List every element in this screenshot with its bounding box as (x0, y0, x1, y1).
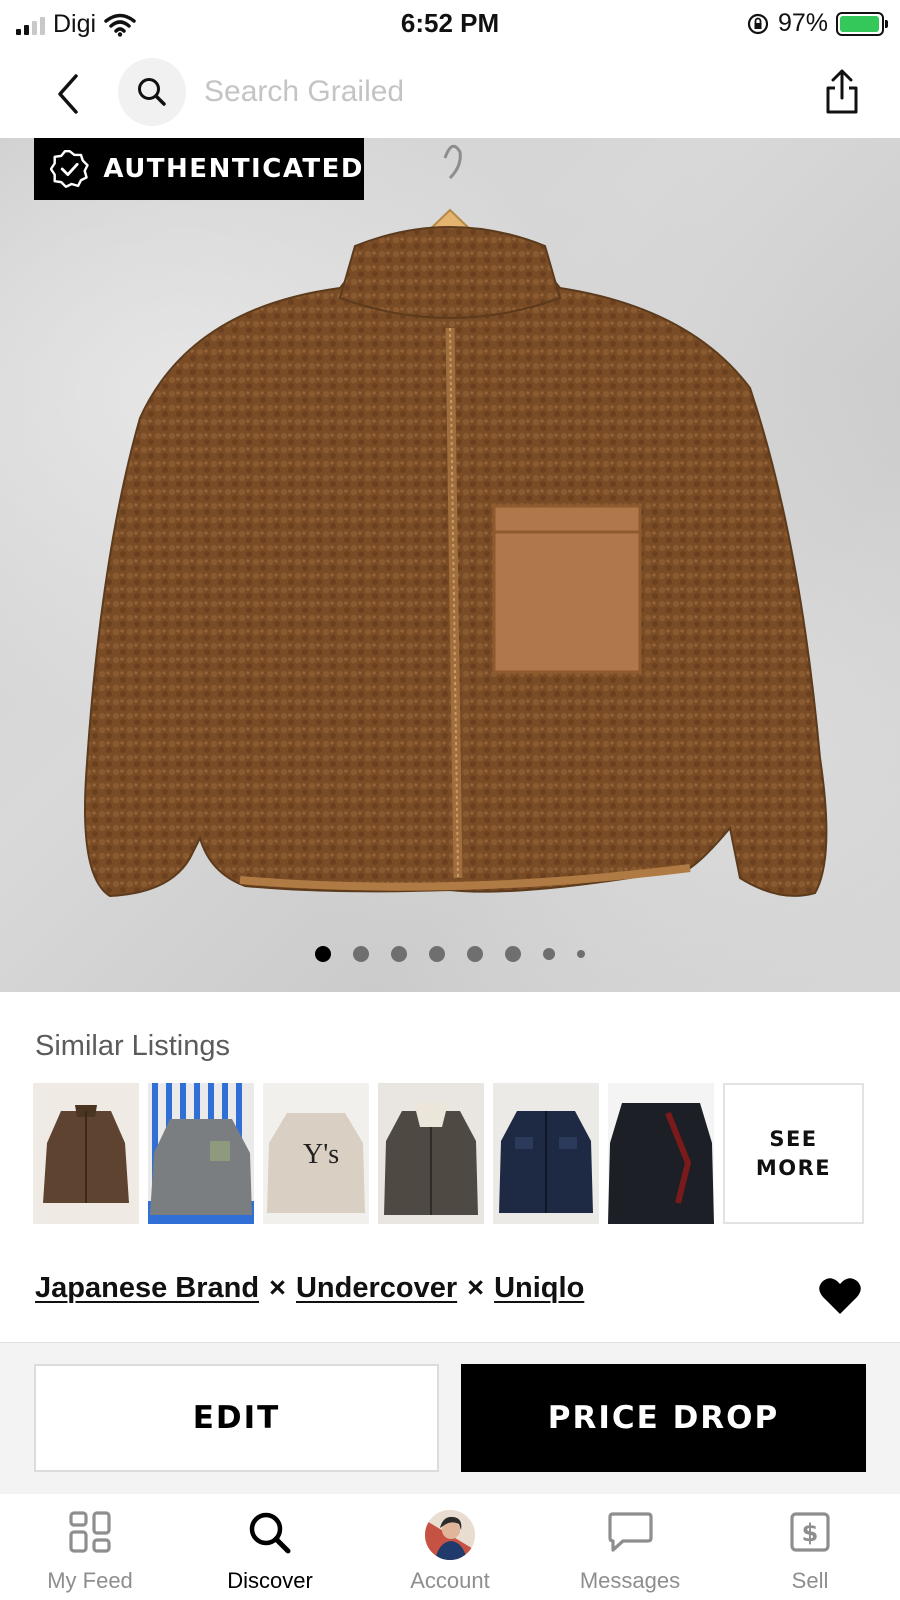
authenticated-badge: AUTHENTICATED (34, 138, 364, 200)
dollar-tag-icon: $ (790, 1512, 830, 1552)
tab-label: Discover (227, 1568, 313, 1593)
listing-action-bar: EDIT PRICE DROP (0, 1342, 900, 1494)
similar-listing-thumbnail[interactable] (608, 1083, 714, 1224)
carousel-dot[interactable] (543, 948, 555, 960)
brand-link-japanese-brand[interactable]: Japanese Brand (35, 1272, 259, 1305)
chat-bubble-icon (608, 1512, 653, 1552)
brand-line: Japanese Brand × Undercover × Uniqlo (35, 1272, 584, 1305)
similar-listings-row: Y's SEE MORE (33, 1083, 864, 1224)
tab-label: Sell (791, 1568, 829, 1593)
status-right: 97% (746, 9, 888, 38)
tab-my-feed[interactable]: My Feed (0, 1494, 180, 1600)
edit-button[interactable]: EDIT (34, 1364, 439, 1472)
share-icon (826, 69, 858, 114)
top-nav (0, 52, 900, 136)
similar-listing-thumbnail[interactable] (148, 1083, 254, 1224)
search-icon (138, 78, 166, 106)
listing-photo-carousel[interactable]: AUTHENTICATED (0, 138, 900, 992)
carousel-dot[interactable] (391, 946, 407, 962)
brand-separator: × (269, 1272, 286, 1304)
carousel-dot[interactable] (429, 946, 445, 962)
search-input[interactable] (204, 70, 764, 114)
jacket-photo (84, 144, 828, 898)
authenticated-label: AUTHENTICATED (103, 154, 364, 184)
brand-link-uniqlo[interactable]: Uniqlo (494, 1272, 584, 1305)
orientation-lock-icon (747, 13, 769, 34)
brand-link-undercover[interactable]: Undercover (296, 1272, 457, 1305)
carousel-dot[interactable] (353, 946, 369, 962)
svg-text:Y's: Y's (303, 1139, 339, 1170)
search-icon (249, 1512, 291, 1554)
tab-discover[interactable]: Discover (180, 1494, 360, 1600)
carousel-dot[interactable] (577, 950, 585, 958)
battery-percent: 97% (777, 9, 828, 37)
similar-listing-thumbnail[interactable] (33, 1083, 139, 1224)
price-drop-button[interactable]: PRICE DROP (461, 1364, 866, 1472)
battery-icon (836, 11, 888, 36)
feed-grid-icon (69, 1511, 111, 1553)
chevron-left-icon (58, 74, 78, 114)
status-bar: Digi 6:52 PM 97% (0, 0, 900, 46)
tab-label: Account (410, 1568, 490, 1593)
carousel-dot[interactable] (505, 946, 521, 962)
similar-listings-title: Similar Listings (35, 1030, 230, 1062)
brand-separator: × (467, 1272, 485, 1304)
tab-sell[interactable]: $ Sell (720, 1494, 900, 1600)
share-button[interactable] (822, 66, 862, 118)
heart-icon (819, 1278, 861, 1314)
carousel-dot[interactable] (467, 946, 483, 962)
tab-label: Messages (579, 1568, 681, 1593)
avatar (425, 1510, 475, 1560)
tab-messages[interactable]: Messages (540, 1494, 720, 1600)
see-more-button[interactable]: SEE MORE (723, 1083, 864, 1224)
back-button[interactable] (48, 68, 88, 120)
carousel-pagination[interactable] (0, 946, 900, 962)
carousel-dot[interactable] (315, 946, 331, 962)
similar-listing-thumbnail[interactable] (493, 1083, 599, 1224)
tab-account[interactable]: Account (360, 1494, 540, 1600)
similar-listing-thumbnail[interactable] (378, 1083, 484, 1224)
see-more-label: SEE MORE (755, 1126, 832, 1180)
favorite-button[interactable] (818, 1276, 862, 1321)
tab-label: My Feed (47, 1568, 133, 1593)
similar-listing-thumbnail[interactable]: Y's (263, 1083, 369, 1224)
svg-text:$: $ (802, 1519, 819, 1547)
verified-check-icon (50, 149, 89, 189)
bottom-tab-bar: My Feed Discover Account Messages $ Sell (0, 1494, 900, 1600)
search-button[interactable] (118, 58, 186, 126)
